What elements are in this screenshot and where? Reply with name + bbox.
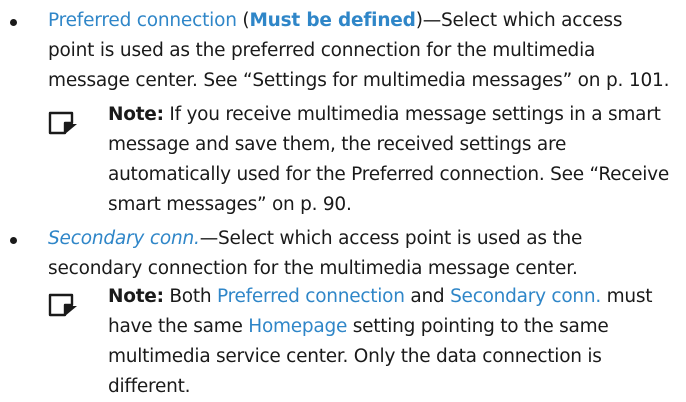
note-text: Note: If you receive multimedia message … bbox=[108, 104, 669, 215]
must-be-defined-label: Must be defined bbox=[249, 10, 416, 31]
note-block-2: Note: Both Preferred connection and Seco… bbox=[48, 282, 678, 397]
setting-link-secondary-connection[interactable]: Secondary conn. bbox=[48, 228, 200, 249]
document-page: Preferred connection (Must be defined)—S… bbox=[0, 0, 686, 397]
setting-link-preferred-connection[interactable]: Preferred connection bbox=[217, 286, 405, 307]
note-icon bbox=[48, 293, 77, 317]
note-text: Note: Both Preferred connection and Seco… bbox=[108, 286, 653, 397]
note-block-1: Note: If you receive multimedia message … bbox=[48, 100, 678, 220]
note-label: Note: bbox=[108, 286, 164, 307]
note-icon bbox=[48, 111, 77, 135]
note-label: Note: bbox=[108, 104, 164, 125]
list-item-text: Preferred connection (Must be defined)—S… bbox=[48, 10, 670, 91]
list-item-text: Secondary conn.—Select which access poin… bbox=[48, 224, 670, 284]
setting-link-preferred-connection[interactable]: Preferred connection bbox=[48, 10, 237, 31]
setting-link-homepage[interactable]: Homepage bbox=[248, 316, 347, 337]
setting-link-secondary-connection[interactable]: Secondary conn. bbox=[450, 286, 601, 307]
bullet-icon bbox=[10, 19, 17, 26]
bullet-icon bbox=[10, 237, 17, 244]
